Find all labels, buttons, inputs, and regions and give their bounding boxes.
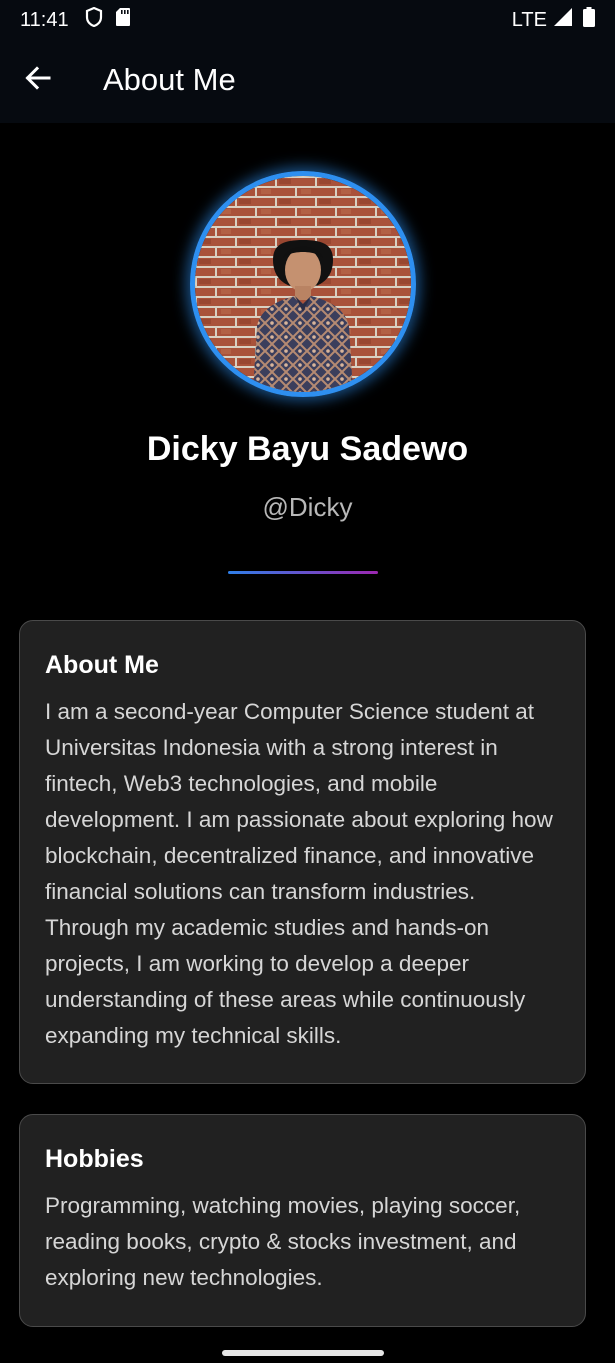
status-time: 11:41 <box>20 8 69 31</box>
profile-name: Dicky Bayu Sadewo <box>146 430 469 468</box>
arrow-left-icon <box>24 64 52 97</box>
about-card-title: About Me <box>45 651 159 679</box>
avatar <box>190 171 416 397</box>
about-card: About Me I am a second-year Computer Sci… <box>19 620 586 1084</box>
app-bar: About Me <box>0 40 615 123</box>
status-bar-left: 11:41 <box>20 6 131 33</box>
hobbies-card-title: Hobbies <box>45 1145 144 1173</box>
network-label: LTE <box>511 8 547 31</box>
status-bar: 11:41 LTE <box>0 0 615 40</box>
avatar-photo <box>195 176 411 392</box>
profile-handle: @Dicky <box>262 492 353 522</box>
gradient-divider <box>228 571 378 574</box>
sd-card-icon <box>115 7 131 33</box>
hobbies-card: Hobbies Programming, watching movies, pl… <box>19 1114 586 1327</box>
signal-icon <box>553 7 573 33</box>
home-indicator[interactable] <box>222 1350 384 1356</box>
back-button[interactable] <box>18 60 58 100</box>
battery-icon <box>583 7 595 33</box>
status-bar-right: LTE <box>512 7 595 33</box>
hobbies-card-body: Programming, watching movies, playing so… <box>45 1193 521 1290</box>
about-card-body: I am a second-year Computer Science stud… <box>45 699 553 1048</box>
page-title: About Me <box>103 62 236 97</box>
shield-icon <box>85 6 103 33</box>
